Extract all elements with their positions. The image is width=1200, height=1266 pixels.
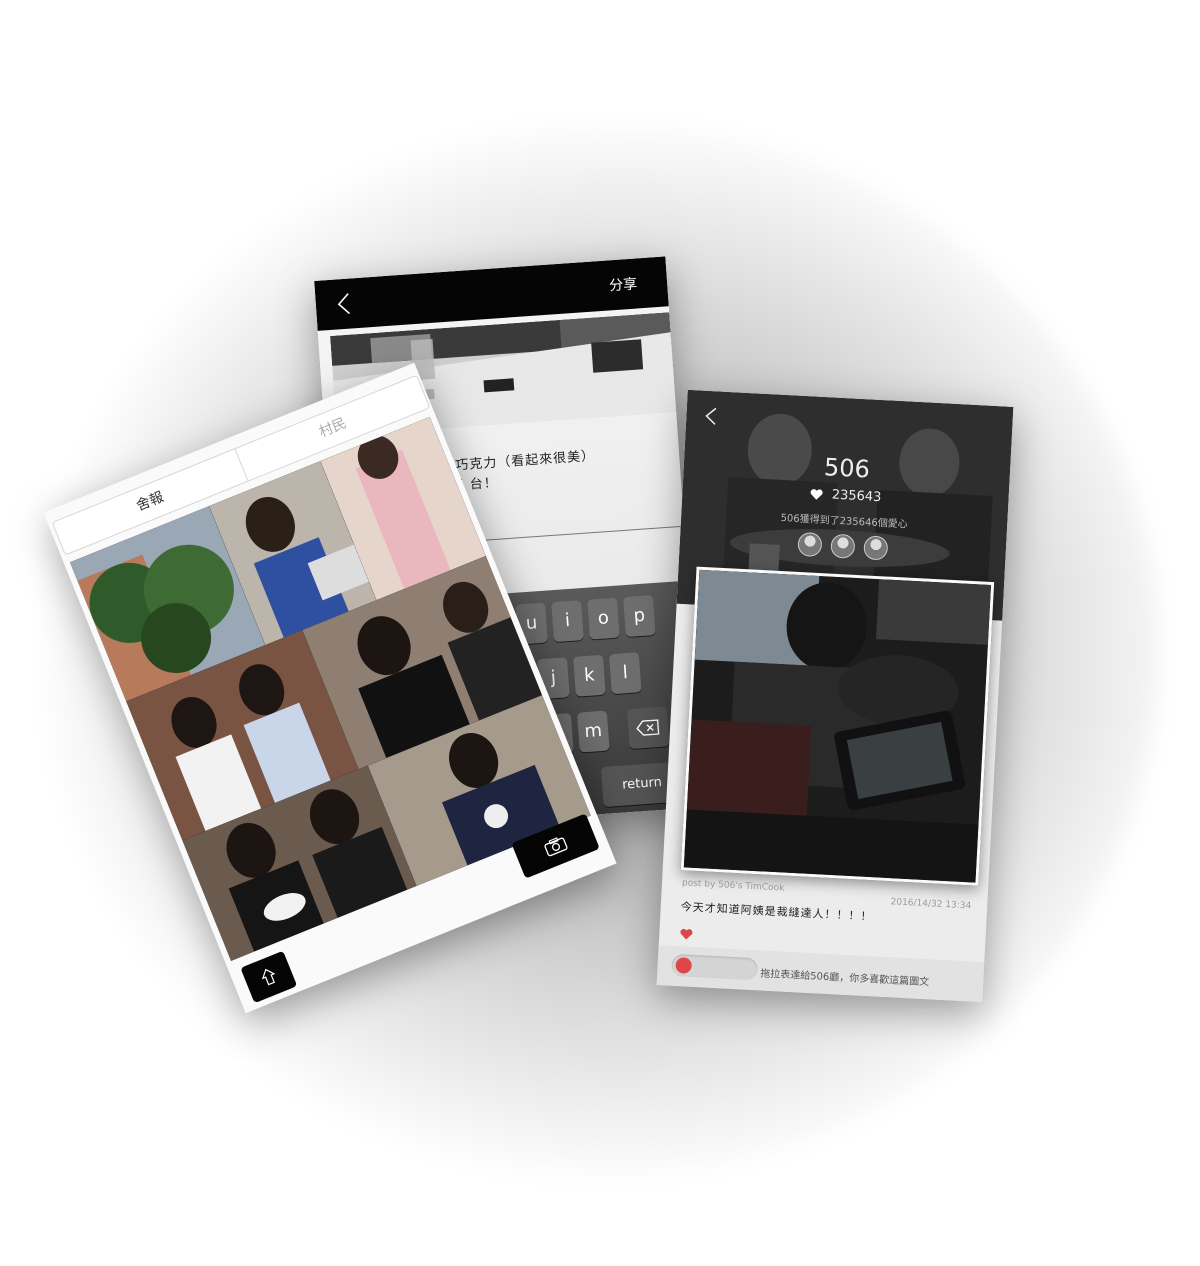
avatar[interactable] xyxy=(863,535,889,561)
mockup-stage: 分享 捲我一個超好吃巧克力（看起來很美） 克力.....超 大 平 台！ y u xyxy=(0,0,1200,1266)
delete-key[interactable] xyxy=(626,706,670,750)
post-time: 2016/14/32 13:34 xyxy=(890,897,972,912)
key-p[interactable]: p xyxy=(622,595,656,638)
home-icon xyxy=(261,968,276,986)
avatar[interactable] xyxy=(797,531,823,558)
key-o[interactable]: o xyxy=(587,597,620,640)
slider-knob[interactable] xyxy=(675,957,693,974)
key-m[interactable]: m xyxy=(576,710,610,753)
key-l[interactable]: l xyxy=(608,652,642,695)
post-photo[interactable] xyxy=(680,566,995,886)
post-caption: 今天才知道阿姨是裁縫達人！！！！ xyxy=(680,900,873,924)
key-k[interactable]: k xyxy=(573,654,606,697)
heart-icon xyxy=(810,488,823,500)
likes-number: 235643 xyxy=(831,487,882,506)
chevron-left-icon[interactable] xyxy=(331,290,359,318)
share-button[interactable]: 分享 xyxy=(609,273,638,295)
post-author: post by 506's TimCook xyxy=(681,878,785,894)
home-button[interactable] xyxy=(240,950,298,1004)
chevron-left-icon[interactable] xyxy=(700,405,723,428)
slider-hint: 拖拉表達給506廳，你多喜歡這篇圖文 xyxy=(759,968,930,989)
profile-screen: 506 235643 506獲得到了235646個愛心 post by 506'… xyxy=(656,389,1014,1003)
backspace-icon xyxy=(636,719,660,736)
avatar[interactable] xyxy=(830,533,856,559)
heart-icon[interactable] xyxy=(679,928,694,941)
like-slider[interactable] xyxy=(671,953,759,981)
key-i[interactable]: i xyxy=(551,600,584,643)
camera-icon xyxy=(544,837,568,857)
